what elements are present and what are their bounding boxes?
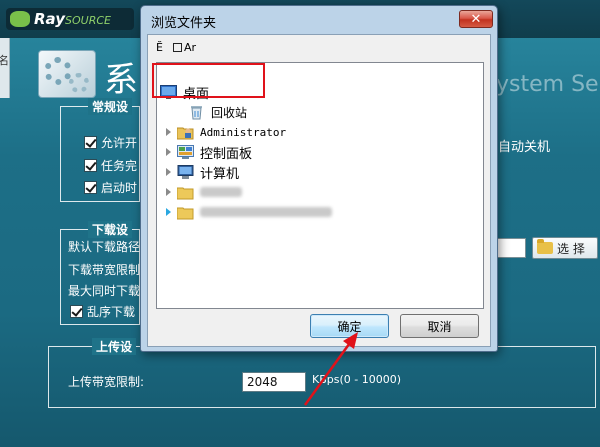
toolbar-square-icon [172,42,182,52]
folder-icon [176,185,194,200]
logo-subtext: SOURCE [65,14,111,27]
recycle-bin-icon [188,105,205,120]
tree-item-recycle-bin-label: 回收站 [211,105,248,120]
tree-item-folder[interactable] [166,183,242,201]
redacted-folder-name [200,207,332,217]
tree-item-administrator[interactable]: Administrator [166,123,286,141]
select-button-label: 选 择 [557,241,585,256]
control-panel-icon [177,144,194,160]
tree-item-folder[interactable] [166,203,332,221]
general-option-2-label: 任务完 [101,158,138,173]
general-option-3[interactable]: 启动时 [84,179,137,195]
upload-unit-range: KBps(0 - 10000) [312,373,402,386]
logo-text: Ray [34,10,65,28]
download-bandwidth-label: 下载带宽限制 [68,263,141,277]
expander-computer[interactable] [166,168,171,176]
general-settings-title: 常规设 [88,98,133,115]
max-downloads-label: 最大同时下载 [68,284,141,298]
left-side-panel [0,38,10,98]
page-title: 系 [104,60,138,100]
computer-icon [177,164,194,180]
folder-tree[interactable]: 桌面 回收站 Administrator 控制面板 计算机 [156,62,484,309]
folder-icon [537,239,553,254]
general-option-1-label: 允许开 [101,135,138,150]
logo-mark-icon [10,11,30,27]
select-folder-button[interactable]: 选 择 [532,237,598,259]
auto-shutdown-text: 自动关机 [498,140,551,155]
ok-button[interactable]: 确定 [310,314,389,338]
redacted-folder-name [200,187,242,197]
general-option-1-checkbox[interactable] [84,135,97,149]
cancel-button[interactable]: 取消 [400,314,479,338]
general-option-3-label: 启动时 [101,180,138,195]
close-button[interactable]: ✕ [459,10,493,28]
annotation-highlight-box [152,63,265,98]
general-option-3-checkbox[interactable] [84,180,97,194]
left-side-label: 名 [0,54,9,67]
folder-icon [176,205,194,220]
tree-item-control-panel[interactable]: 控制面板 [166,143,253,162]
dialog-title: 浏览文件夹 [151,16,217,31]
download-path-input[interactable] [496,238,526,258]
tree-item-control-panel-label: 控制面板 [200,146,253,162]
random-download-label: 乱序下载 [87,304,136,319]
general-option-2-checkbox[interactable] [84,158,97,172]
upload-settings-title: 上传设 [92,338,137,355]
download-settings-title: 下载设 [88,221,133,238]
random-download-checkbox[interactable] [70,304,83,318]
settings-gear-icon [38,50,96,98]
expander-folder[interactable] [166,188,171,196]
upload-bandwidth-label: 上传带宽限制: [68,375,145,389]
raysource-logo: RaySOURCE [6,8,134,30]
general-option-1[interactable]: 允许开 [84,134,137,150]
browse-folder-dialog: 浏览文件夹 ✕ Ĕ Ar 桌面 回收站 Administrator 控制面板 计… [140,5,498,352]
default-path-label: 默认下载路径 [68,240,141,254]
upload-bandwidth-input[interactable]: 2048 [242,372,306,392]
tree-item-computer-label: 计算机 [200,166,240,182]
tree-item-administrator-label: Administrator [200,125,287,139]
expander-folder[interactable] [166,208,171,216]
toolbar-glyph-right: Ar [183,40,197,54]
expander-control-panel[interactable] [166,148,171,156]
random-download-option[interactable]: 乱序下载 [70,303,135,319]
general-option-2[interactable]: 任务完 [84,157,137,173]
user-folder-icon [176,125,194,140]
toolbar-glyph-left: Ĕ [156,40,163,54]
tree-item-recycle-bin[interactable]: 回收站 [177,103,247,121]
dialog-toolbar: Ĕ Ar [156,39,196,55]
tree-item-computer[interactable]: 计算机 [166,163,240,182]
expander-administrator[interactable] [166,128,171,136]
page-title-english: ystem Se [496,72,599,97]
